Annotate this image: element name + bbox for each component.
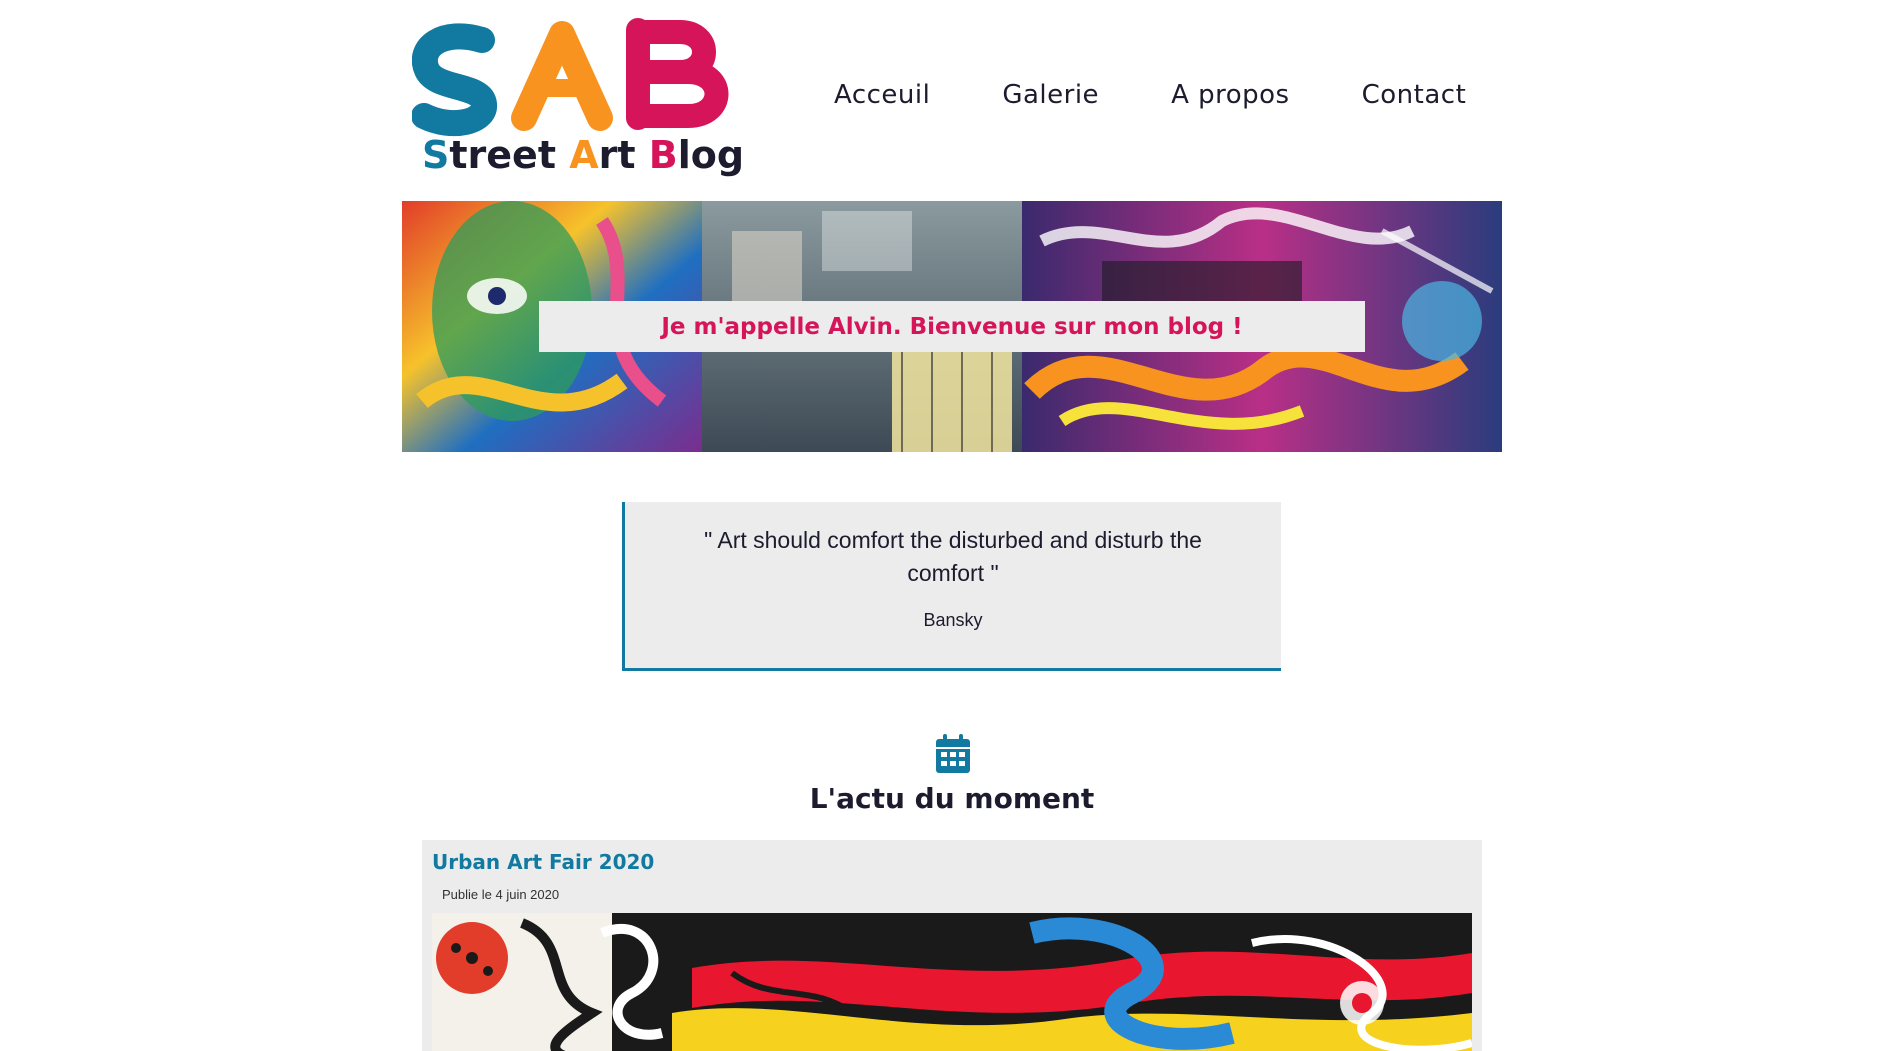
logo-letter-s: S (422, 133, 449, 177)
main-nav: Acceuil Galerie A propos Contact (834, 80, 1466, 110)
welcome-message: Je m'appelle Alvin. Bienvenue sur mon bl… (539, 301, 1365, 352)
site-logo[interactable]: Street Art Blog (412, 18, 772, 186)
calendar-icon (936, 734, 970, 773)
nav-item-galerie[interactable]: Galerie (1002, 80, 1099, 110)
nav-item-contact[interactable]: Contact (1362, 80, 1467, 110)
news-section-title: L'actu du moment (809, 782, 1095, 815)
article-graffiti-image (432, 913, 1472, 1051)
site-header: Street Art Blog Acceuil Galerie A propos… (402, 0, 1502, 200)
nav-item-a-propos[interactable]: A propos (1171, 80, 1290, 110)
logo-graphic: Street Art Blog (412, 18, 744, 177)
quote-author: Bansky (923, 610, 983, 630)
news-article: Urban Art Fair 2020 Publie le 4 juin 202… (422, 840, 1482, 1051)
main-container: Street Art Blog Acceuil Galerie A propos… (402, 0, 1502, 1051)
featured-quote: " Art should comfort the disturbed and d… (622, 502, 1281, 671)
quote-text: " Art should comfort the disturbed and d… (704, 527, 1202, 586)
article-title-link[interactable]: Urban Art Fair 2020 (432, 850, 654, 874)
article-image[interactable] (432, 913, 1472, 1051)
article-date: Publie le 4 juin 2020 (442, 887, 560, 902)
page: Street Art Blog Acceuil Galerie A propos… (0, 0, 1902, 1051)
hero-banner: Je m'appelle Alvin. Bienvenue sur mon bl… (402, 201, 1502, 452)
nav-item-acceuil[interactable]: Acceuil (834, 80, 930, 110)
svg-text:Street Art Blog: Street Art Blog (422, 133, 744, 177)
